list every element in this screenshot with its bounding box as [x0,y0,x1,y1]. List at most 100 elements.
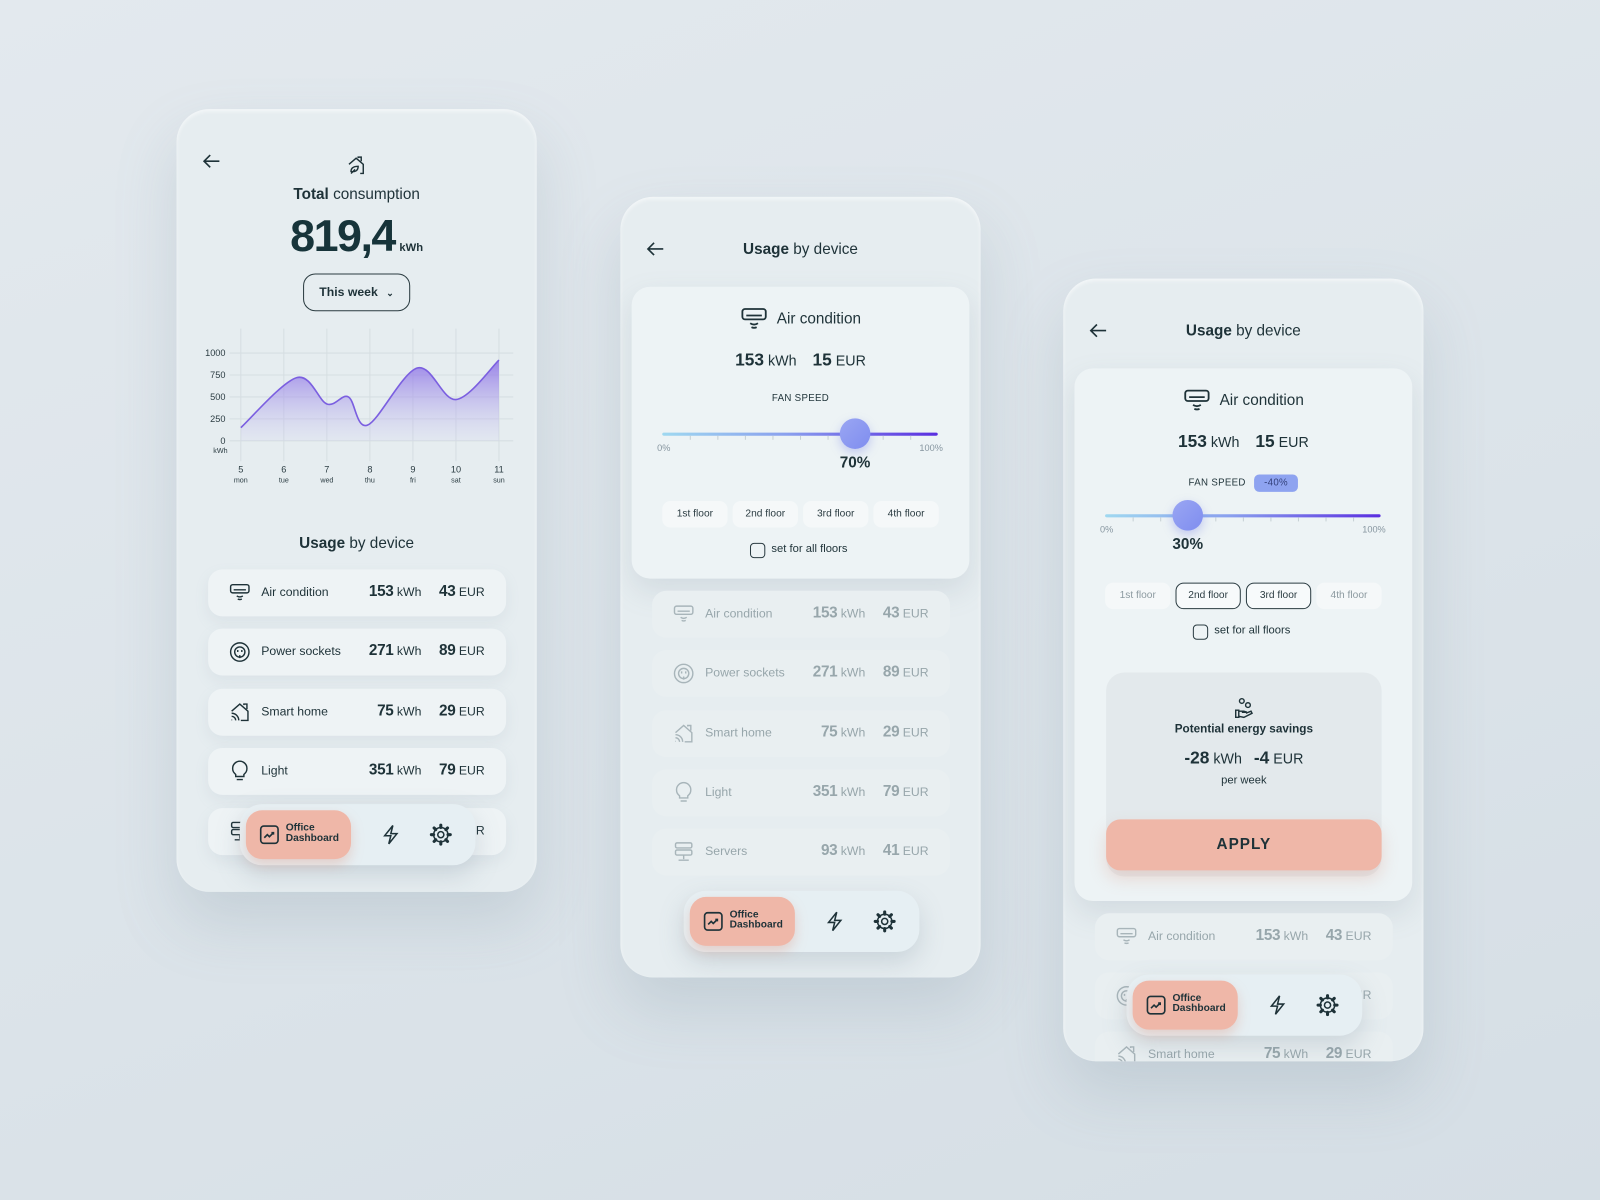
device-eur-value: 89 [438,641,456,660]
floor-button-2[interactable]: 2nd floor [732,501,798,528]
device-kwh-value: 75 [377,702,394,720]
air-conditioner-icon [673,605,694,622]
fan-speed-slider[interactable] [662,418,938,449]
fan-speed-change-badge: -40% [1253,474,1299,492]
slider-tick [772,435,774,440]
device-heading: Air condition [632,305,970,334]
device-kwh: 93 kWh [821,842,865,859]
eur-unit: EUR [458,643,485,659]
office-dashboard-button[interactable]: Office Dashboard [689,896,795,946]
device-totals: 153 kWh 15 EUR [632,350,970,370]
device-row-light[interactable]: Light 351 kWh 79 EUR [652,769,950,817]
device-eur: 43 EUR [1326,927,1372,944]
smart-home-icon [231,703,249,722]
fan-speed-value: 70% [839,454,871,472]
floor-button-3[interactable]: 3rd floor [1245,582,1312,610]
settings-gear-icon[interactable] [1316,994,1339,1017]
usage-by-device-title: Usage by device [620,241,980,258]
device-heading: Air condition [1074,387,1412,416]
device-row-smart-home[interactable]: Smart home 75 kWh 29 EUR [652,710,950,758]
device-kwh: 153 kWh [813,604,866,621]
eur-unit: EUR [1345,1046,1372,1062]
slider-tick [882,435,884,440]
smart-home-icon [1117,1045,1136,1062]
floor-button-4[interactable]: 4th floor [873,501,939,528]
device-name: Servers [705,843,748,859]
device-row-power-sockets[interactable]: Power sockets 271 kWh 89 EUR [652,649,950,697]
eur-unit: EUR [902,784,929,799]
device-row-power-sockets[interactable]: Power sockets 271 kWh 89 EUR [208,628,507,676]
energy-bolt-icon[interactable] [823,910,845,932]
device-eur-value: 43 [1325,926,1343,944]
x-tick-label: 8 [367,464,372,474]
settings-gear-icon[interactable] [873,910,896,933]
device-eur-value: 43 [882,604,900,622]
fan-speed-label: FAN SPEED [771,392,830,405]
office-dashboard-button[interactable]: Office Dashboard [245,810,352,860]
set-all-floors-checkbox[interactable] [749,542,766,559]
dashboard-chart-icon [1146,995,1166,1015]
device-row-smart-home[interactable]: Smart home 75 kWh 29 EUR [1094,1031,1393,1062]
eur-value: 15 [812,349,832,370]
floor-button-1[interactable]: 1st floor [1105,582,1171,610]
device-name: Air condition [261,584,329,599]
x-tick-label: 7 [324,464,329,474]
floor-button-2[interactable]: 2nd floor [1175,582,1241,610]
eur-unit: EUR [902,725,929,740]
device-eur-value: 29 [438,702,456,720]
consumption-chart: 5 mon 6 tue 7 wed 8 thu 9 fri 10 sat 11 sun 0 250 500 750… [205,328,514,485]
x-tick-sublabel: tue [279,477,289,485]
device-kwh: 153 kWh [1256,927,1309,944]
device-row-smart-home[interactable]: Smart home 75 kWh 29 EUR [208,688,507,736]
device-eur-value: 43 [438,582,456,600]
eur-unit: EUR [1278,433,1309,450]
device-row-air-condition[interactable]: Air condition 153 kWh 43 EUR [1094,913,1393,961]
air-conditioner-icon [741,308,767,329]
office-dashboard-line2: Dashboard [729,919,783,931]
dashboard-chart-icon [703,911,723,931]
y-tick-label: 0 [220,436,225,446]
eur-unit: EUR [902,665,929,680]
energy-bolt-icon[interactable] [380,823,402,845]
device-eur-value: 29 [882,723,900,741]
air-conditioner-icon [1184,389,1210,411]
savings-eur-value: -4 [1253,747,1270,768]
slider-tick [1297,517,1299,522]
slider-tick [1325,517,1327,522]
device-row-light[interactable]: Light 351 kWh 79 EUR [208,747,507,795]
device-kwh: 75 kWh [1264,1045,1308,1061]
energy-bolt-icon[interactable] [1266,994,1288,1016]
y-tick-label: 250 [210,414,225,424]
slider-tick [1270,517,1272,522]
usage-by-device-savings-screen: Usage by device Air condition 153 kWh 15 E… [1063,278,1424,1062]
fan-speed-slider-handle[interactable] [839,418,871,449]
device-eur-value: 89 [882,663,900,681]
device-kwh-value: 153 [1255,926,1281,944]
light-bulb-icon [231,760,248,781]
device-row-servers[interactable]: Servers 93 kWh 41 EUR [652,828,950,876]
device-row-air-condition[interactable]: Air condition 153 kWh 43 EUR [652,590,950,638]
floor-button-1[interactable]: 1st floor [662,501,728,528]
kwh-unit: kWh [840,665,866,680]
device-kwh: 271 kWh [369,642,422,659]
device-name: Air condition [1219,391,1304,410]
set-all-floors-checkbox[interactable] [1192,624,1209,640]
apply-button[interactable]: APPLY [1106,819,1382,871]
device-kwh-value: 93 [820,841,838,860]
office-dashboard-button[interactable]: Office Dashboard [1132,980,1238,1030]
kwh-unit: kWh [1210,433,1240,450]
eur-value: 15 [1255,431,1275,452]
total-consumption-screen: Total consumption 819,4 kWh This week ⌄ … [176,109,537,892]
device-eur: 43 EUR [883,604,929,621]
floor-button-4[interactable]: 4th floor [1316,582,1382,610]
settings-gear-icon[interactable] [429,823,452,846]
floor-button-3[interactable]: 3rd floor [803,501,869,528]
device-row-air-condition[interactable]: Air condition 153 kWh 43 EUR [208,569,507,617]
fan-speed-value: 30% [1172,535,1204,554]
bottom-nav: Office Dashboard [683,890,920,953]
fan-speed-slider[interactable] [1105,499,1381,531]
device-kwh: 75 kWh [377,702,421,719]
device-eur: 43 EUR [439,583,485,600]
kwh-unit: kWh [840,784,866,799]
fan-speed-slider-handle[interactable] [1172,499,1204,531]
